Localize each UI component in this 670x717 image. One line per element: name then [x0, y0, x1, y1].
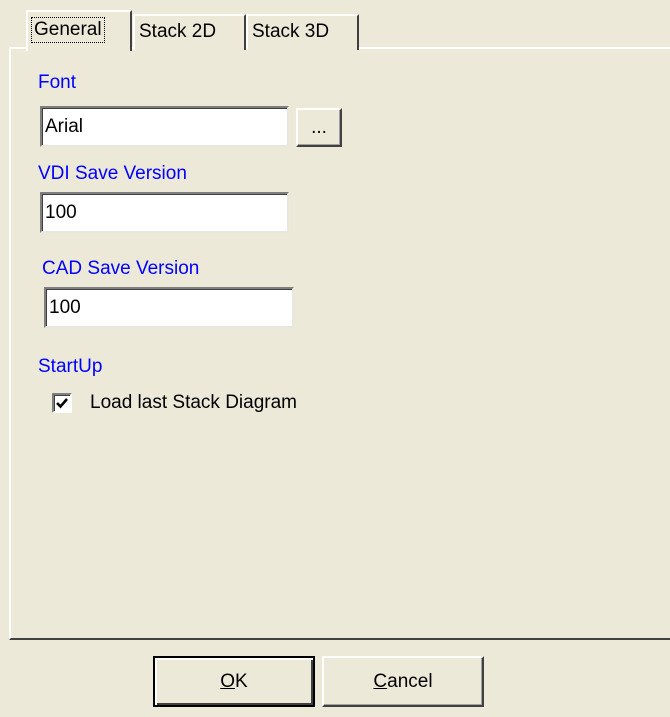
tab-stack-3d-label: Stack 3D — [252, 21, 330, 42]
cancel-rest: ancel — [387, 670, 433, 692]
tab-stack-2d[interactable]: Stack 2D — [133, 14, 246, 50]
tab-stack-2d-label: Stack 2D — [139, 21, 217, 42]
tab-general[interactable]: General — [26, 10, 132, 51]
cancel-button[interactable]: Cancel — [322, 656, 484, 707]
ok-button[interactable]: OK — [153, 656, 315, 707]
cancel-mnemonic: C — [373, 670, 388, 692]
ok-mnemonic: O — [220, 670, 236, 692]
tab-stack-3d[interactable]: Stack 3D — [246, 14, 359, 50]
tab-general-label: General — [31, 17, 105, 43]
ok-rest: K — [235, 670, 248, 692]
tab-panel-general — [9, 47, 670, 640]
